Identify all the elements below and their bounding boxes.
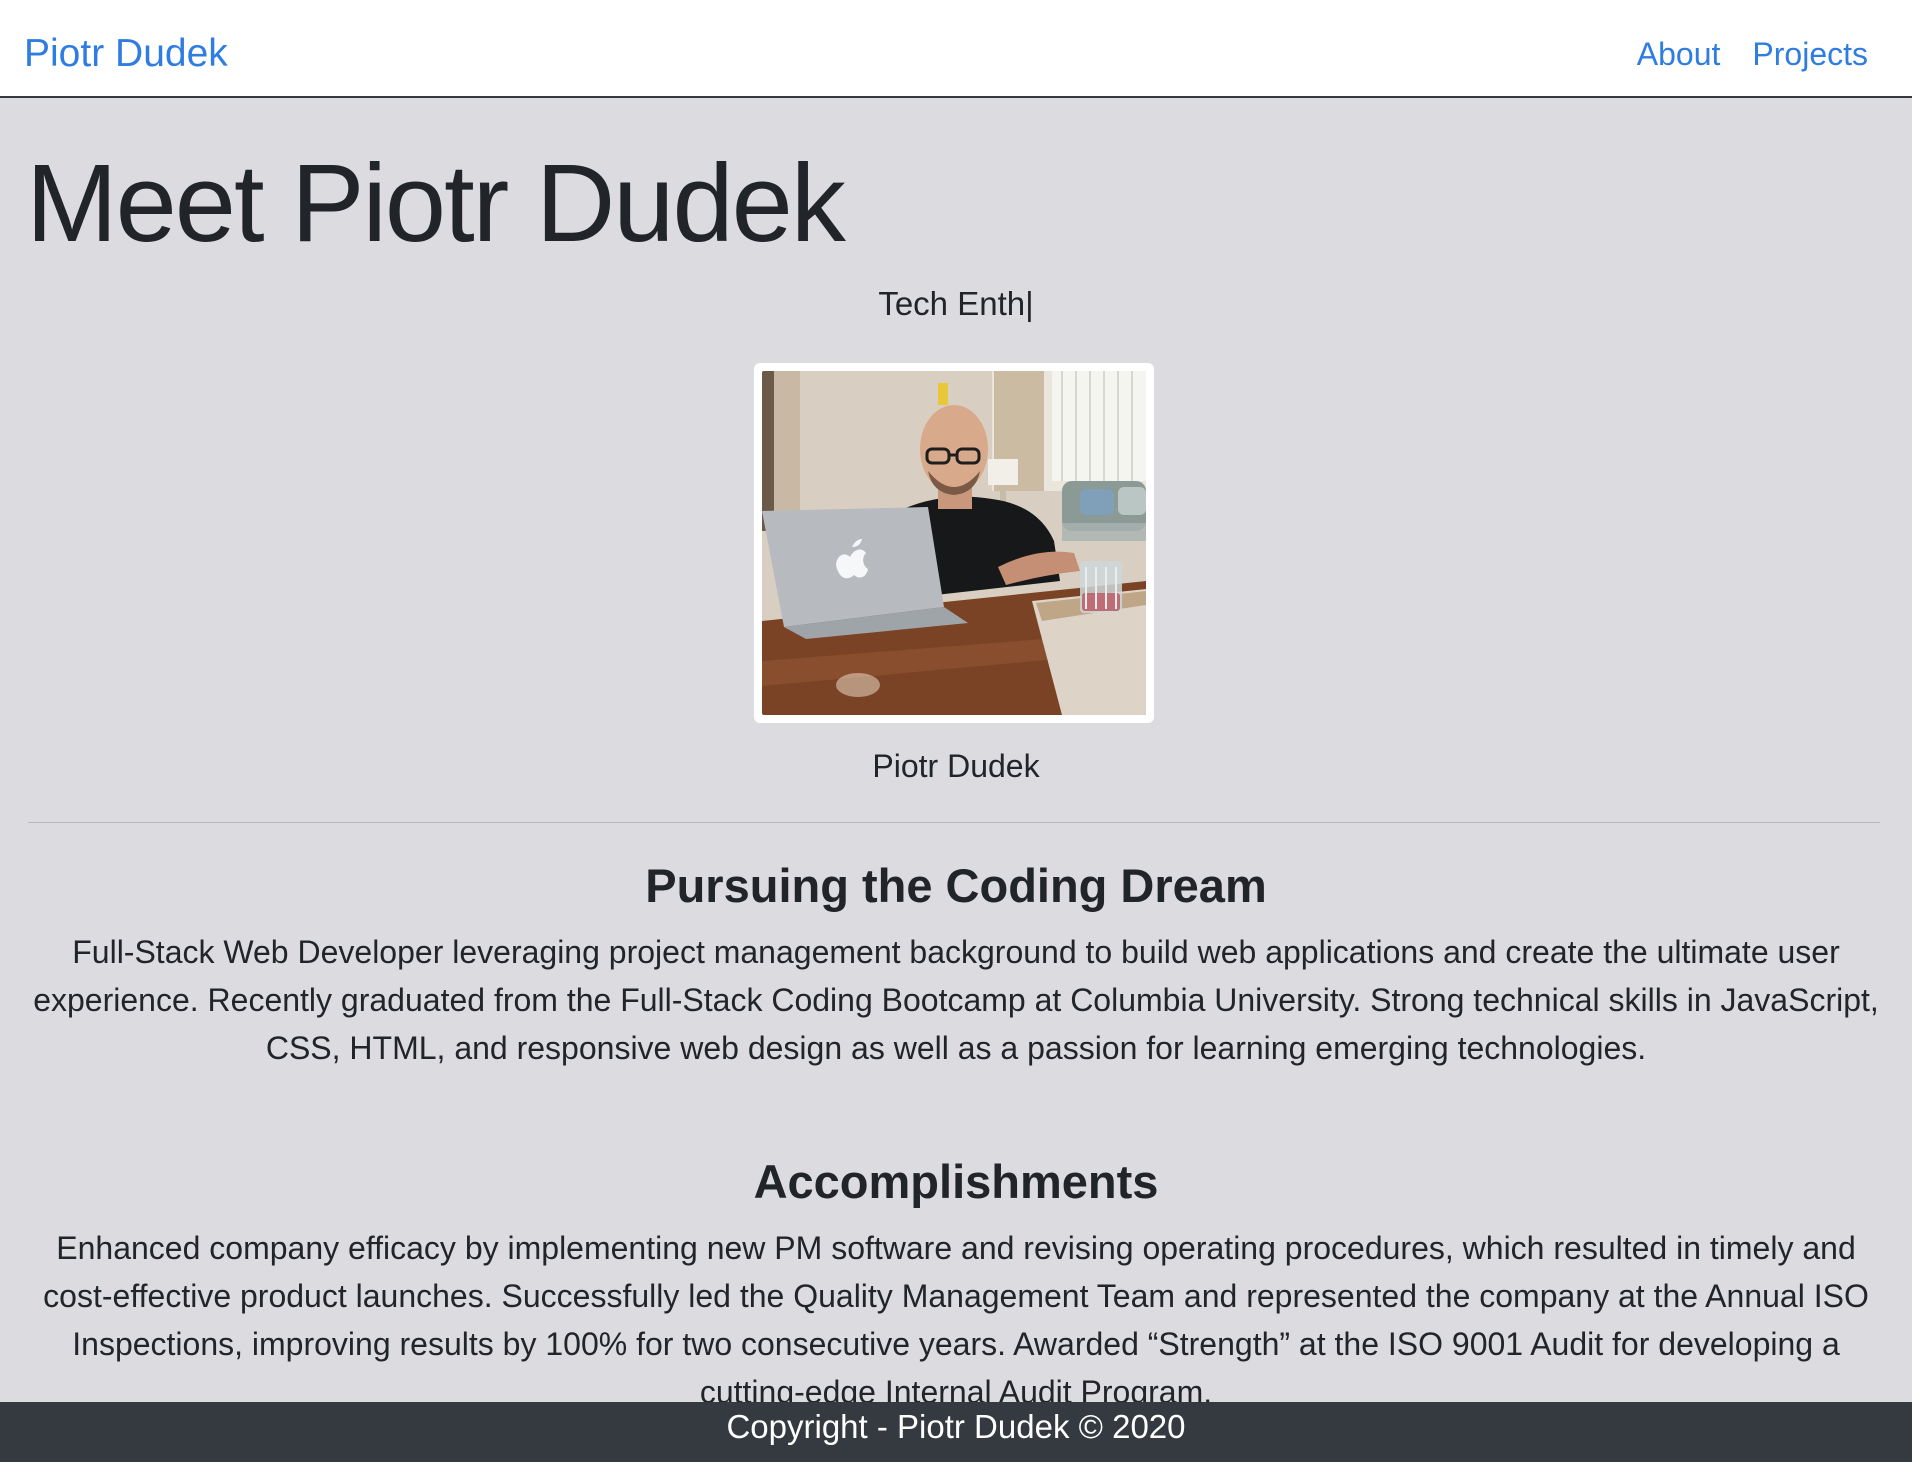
footer-copyright: Copyright - Piotr Dudek © 2020 xyxy=(726,1408,1186,1445)
nav-links: About Projects xyxy=(1637,34,1868,74)
page-title: Meet Piotr Dudek xyxy=(26,142,846,265)
brand-link[interactable]: Piotr Dudek xyxy=(24,30,228,78)
photo-caption: Piotr Dudek xyxy=(872,748,1040,784)
section-heading-coding-dream: Pursuing the Coding Dream xyxy=(645,859,1267,912)
navbar: Piotr Dudek About Projects xyxy=(0,0,1912,98)
nav-link-about[interactable]: About xyxy=(1637,34,1721,74)
section-heading-accomplishments: Accomplishments xyxy=(753,1155,1159,1208)
section-text-accomplishments: Enhanced company efficacy by implementin… xyxy=(43,1230,1869,1402)
section-text-coding-dream: Full-Stack Web Developer leveraging proj… xyxy=(33,934,1879,1066)
main-content: Meet Piotr Dudek Tech Enth| Piotr Dudek … xyxy=(0,98,1912,1402)
profile-photo-frame xyxy=(754,363,1154,723)
footer: Copyright - Piotr Dudek © 2020 xyxy=(0,1402,1912,1462)
typed-subtitle: Tech Enth| xyxy=(878,285,1034,322)
section-divider xyxy=(28,822,1880,823)
profile-photo xyxy=(762,371,1146,715)
nav-link-projects[interactable]: Projects xyxy=(1752,34,1868,74)
